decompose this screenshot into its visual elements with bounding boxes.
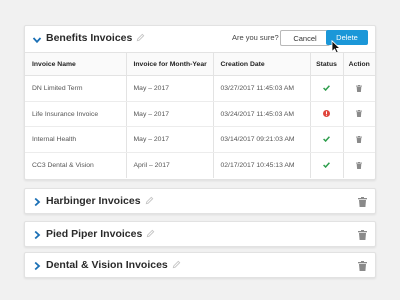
action-cell [343,101,375,128]
creation-date-cell: 03/27/2017 11:45:03 AM [213,75,311,102]
benefits-panel-header[interactable]: Benefits Invoices Are you sure? Cancel D… [25,26,375,54]
pencil-icon[interactable] [136,33,145,42]
trash-icon[interactable] [358,197,367,207]
cancel-button[interactable]: Cancel [280,30,330,46]
chevron-right-icon[interactable] [32,261,42,271]
column-header-status[interactable]: Status [310,52,344,76]
panel-title: Harbinger Invoices [46,195,154,207]
harbinger-invoices-panel[interactable]: Harbinger Invoices [24,188,376,214]
table-row[interactable]: Internal Health May – 2017 03/14/2017 09… [25,126,375,154]
trash-icon[interactable] [356,136,363,144]
creation-date-cell: 02/17/2017 10:45:13 AM [213,152,311,179]
status-cell [310,75,344,102]
chevron-right-icon[interactable] [32,197,42,207]
month-year-cell: April – 2017 [126,152,214,179]
column-header-month-year[interactable]: Invoice for Month-Year [126,52,214,76]
month-year-cell: May – 2017 [126,101,214,128]
panel-title-text: Benefits Invoices [46,32,133,44]
status-cell [310,126,344,154]
table-row[interactable]: CC3 Dental & Vision April – 2017 02/17/2… [25,152,375,179]
panel-title: Dental & Vision Invoices [46,259,181,271]
pencil-icon[interactable] [172,260,181,269]
chevron-down-icon[interactable] [32,35,42,45]
panel-title: Pied Piper Invoices [46,228,155,240]
action-cell [343,153,375,179]
chevron-right-icon[interactable] [32,230,42,240]
benefits-invoices-panel: Benefits Invoices Are you sure? Cancel D… [24,25,376,180]
column-header-action: Action [343,52,375,76]
trash-icon[interactable] [356,162,363,169]
column-header-creation-date[interactable]: Creation Date [213,52,311,76]
creation-date-cell: 03/14/2017 09:21:03 AM [213,126,311,154]
pied-piper-invoices-panel[interactable]: Pied Piper Invoices [24,221,376,247]
pencil-icon[interactable] [145,196,154,205]
dental-vision-invoices-panel[interactable]: Dental & Vision Invoices [24,252,376,278]
trash-icon[interactable] [356,84,363,92]
column-header-invoice-name[interactable]: Invoice Name [25,52,127,76]
confirm-prompt: Are you sure? [232,33,279,42]
invoice-name-cell: Internal Health [25,126,127,154]
invoice-name-cell: DN Limited Term [25,75,127,102]
trash-icon[interactable] [356,110,363,118]
action-cell [343,126,375,154]
table-row[interactable]: DN Limited Term May – 2017 03/27/2017 11… [25,75,375,102]
invoice-name-cell: CC3 Dental & Vision [25,152,127,179]
panel-title-text: Harbinger Invoices [46,195,141,207]
panel-title-text: Dental & Vision Invoices [46,259,168,271]
creation-date-cell: 03/24/2017 11:45:03 AM [213,101,311,128]
status-cell [310,152,344,179]
panel-title: Benefits Invoices [46,32,145,44]
table-row[interactable]: Life Insurance Invoice May – 2017 03/24/… [25,101,375,128]
invoice-name-cell: Life Insurance Invoice [25,101,127,128]
error-alert-icon [323,110,330,118]
table-header-row: Invoice Name Invoice for Month-Year Crea… [25,52,375,76]
panel-title-text: Pied Piper Invoices [46,228,143,240]
trash-icon[interactable] [358,230,367,240]
invoices-table: Invoice Name Invoice for Month-Year Crea… [25,52,375,179]
trash-icon[interactable] [358,261,367,271]
success-check-icon [323,136,330,143]
status-cell [310,101,344,128]
action-cell [343,75,375,102]
success-check-icon [323,162,330,169]
month-year-cell: May – 2017 [126,75,214,102]
month-year-cell: May – 2017 [126,126,214,154]
success-check-icon [323,85,330,92]
pencil-icon[interactable] [146,229,155,238]
